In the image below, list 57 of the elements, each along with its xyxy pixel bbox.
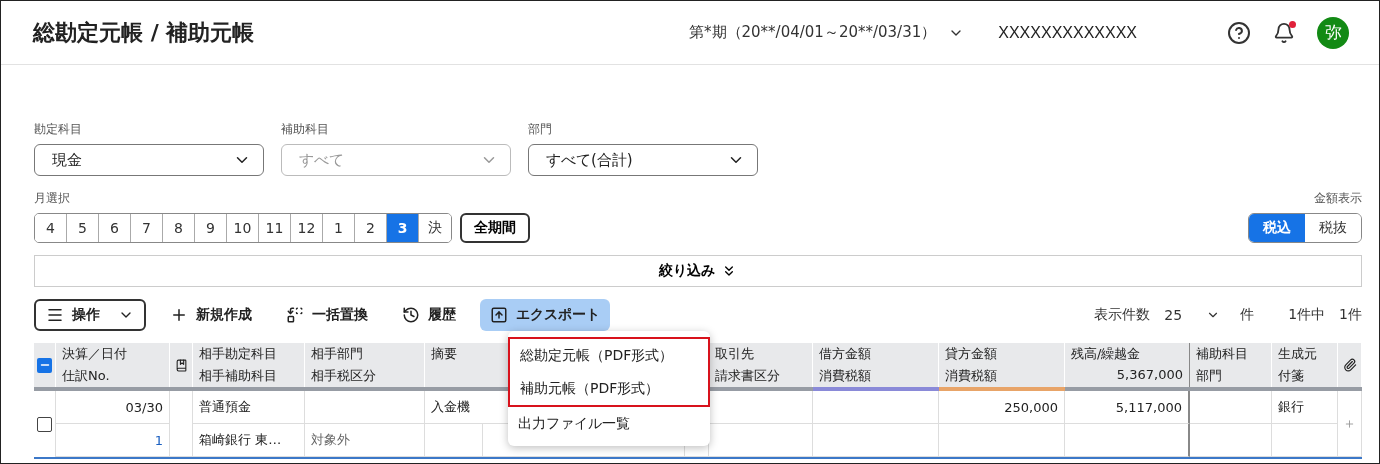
column-header: 消費税額: [939, 365, 1065, 387]
plus-icon: [170, 306, 188, 324]
select-all-checkbox[interactable]: [37, 357, 52, 373]
table-cell: 普通預金: [193, 391, 305, 424]
all-period-button[interactable]: 全期間: [460, 213, 530, 243]
filter-bar[interactable]: 絞り込み: [34, 255, 1362, 287]
column-header: 相手部門: [305, 343, 425, 365]
field-label: 補助科目: [281, 121, 330, 138]
dropdown-field[interactable]: 現金: [34, 144, 264, 176]
dropdown-field[interactable]: すべて(合計): [528, 144, 758, 176]
book-icon: [174, 358, 188, 372]
table-cell: 銀行: [1272, 391, 1338, 424]
user-avatar[interactable]: 弥: [1317, 16, 1349, 49]
row-checkbox[interactable]: [37, 416, 52, 432]
column-header: 仕訳No.: [56, 365, 170, 387]
page-size-select[interactable]: 25: [1164, 307, 1221, 323]
menu-icon: [46, 306, 64, 324]
field-label: 勘定科目: [34, 121, 83, 138]
column-header: 貸方金額: [939, 343, 1065, 365]
tax-toggle-option[interactable]: 税込: [1249, 214, 1305, 242]
page-size-label: 表示件数: [1094, 306, 1151, 324]
column-header: 相手勘定科目: [193, 343, 305, 365]
table-cell: 5,117,000: [1065, 391, 1190, 424]
column-header: 部門: [1190, 365, 1272, 387]
page-size-unit: 件: [1240, 306, 1255, 324]
period-select[interactable]: 第*期（20**/04/01～20**/03/31）: [689, 23, 965, 42]
column-header: 補助科目: [1190, 343, 1272, 365]
history-icon: [402, 306, 420, 324]
column-header: 生成元: [1272, 343, 1338, 365]
column-header: 残高/繰越金: [1065, 343, 1190, 365]
month-tab[interactable]: 4: [35, 214, 67, 242]
column-header: 取引先: [709, 343, 813, 365]
column-header: 5,367,000: [1065, 365, 1190, 387]
month-tab[interactable]: 3: [387, 214, 419, 242]
paperclip-icon[interactable]: [1342, 358, 1357, 372]
column-header: 相手税区分: [305, 365, 425, 387]
field-label: 月選択: [34, 190, 71, 207]
bell-icon[interactable]: [1273, 21, 1295, 44]
table-cell: 250,000: [939, 391, 1065, 424]
company-name: XXXXXXXXXXXXX: [998, 23, 1137, 42]
toolbar-button[interactable]: エクスポート: [480, 299, 610, 331]
field-label: 金額表示: [1314, 190, 1362, 207]
result-count: 1件: [1339, 306, 1362, 324]
field-label: 部門: [528, 121, 553, 138]
column-header: 消費税額: [813, 365, 939, 387]
column-header: 借方金額: [813, 343, 939, 365]
replace-icon: [286, 306, 304, 324]
column-header: 決算／日付: [56, 343, 170, 365]
column-header: 請求書区分: [709, 365, 813, 387]
column-header: 相手補助科目: [193, 365, 305, 387]
table-cell: 03/30: [56, 391, 170, 424]
total-count: 1件中: [1288, 306, 1326, 324]
page-title: 総勘定元帳 / 補助元帳: [33, 18, 256, 47]
upload-icon: [490, 306, 508, 324]
help-icon[interactable]: [1227, 20, 1251, 45]
toolbar-button[interactable]: 操作: [34, 299, 146, 331]
column-header: 付箋: [1272, 365, 1338, 387]
